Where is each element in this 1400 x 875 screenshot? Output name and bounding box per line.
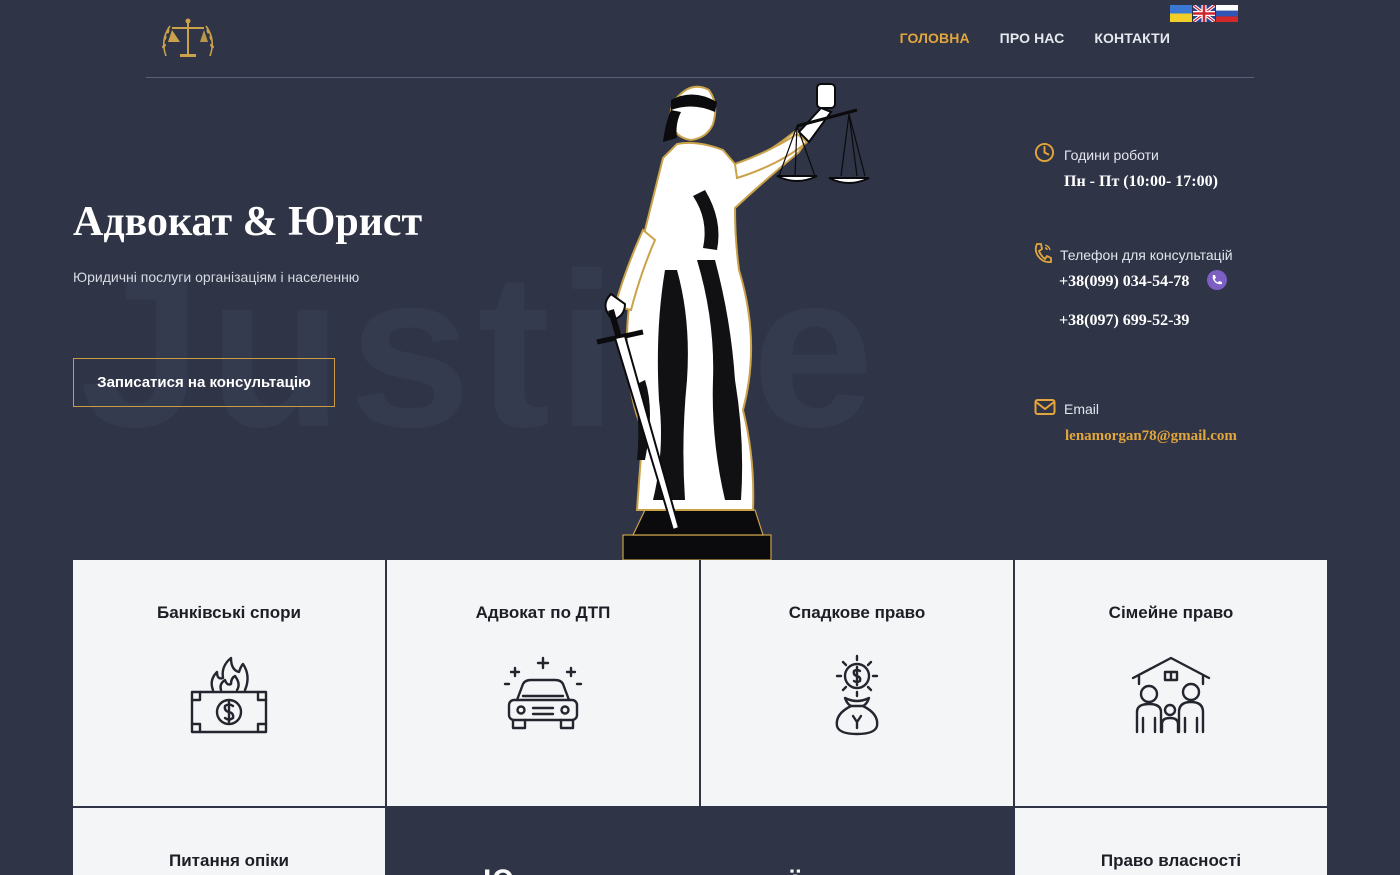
nav-contacts-link[interactable]: КОНТАКТИ <box>1094 30 1170 46</box>
viber-icon[interactable] <box>1206 269 1228 291</box>
featured-block: Ю ї <box>387 808 1013 875</box>
lady-justice-statue-image <box>596 83 870 560</box>
nav-about-link[interactable]: ПРО НАС <box>1000 30 1065 46</box>
clock-icon <box>1034 142 1055 163</box>
service-title: Банківські спори <box>156 603 301 622</box>
service-card-traffic-accident[interactable]: Адвокат по ДТП <box>387 560 699 806</box>
featured-heading-cutoff-2: ї <box>791 864 799 875</box>
ua-flag-icon[interactable] <box>1170 5 1192 22</box>
burning-money-icon <box>190 656 268 734</box>
service-card-guardianship[interactable]: Питання опіки <box>73 808 385 875</box>
email-label: Email <box>1064 401 1100 417</box>
nav-home-link[interactable]: ГОЛОВНА <box>900 30 970 46</box>
site-header: ГОЛОВНА ПРО НАС КОНТАКТИ <box>0 0 1400 80</box>
book-consultation-button[interactable]: Записатися на консультацію <box>73 358 335 407</box>
car-icon <box>503 656 583 730</box>
service-card-inheritance[interactable]: Спадкове право <box>701 560 1013 806</box>
hours-value: Пн - Пт (10:00- 17:00) <box>1064 173 1218 190</box>
phone-2-link[interactable]: +38(097) 699-52-39 <box>1059 312 1189 330</box>
phone-label: Телефон для консультацій <box>1060 247 1233 263</box>
scales-logo-icon[interactable] <box>158 16 218 62</box>
featured-heading-cutoff: Ю <box>483 864 514 875</box>
hero-title: Адвокат & Юрист <box>73 199 423 245</box>
service-card-property[interactable]: Право власності <box>1015 808 1327 875</box>
uk-flag-icon[interactable] <box>1193 5 1215 22</box>
service-card-banking[interactable]: Банківські спори <box>73 560 385 806</box>
phone-1-link[interactable]: +38(099) 034-54-78 <box>1059 273 1189 291</box>
header-divider <box>146 77 1254 78</box>
phone-icon <box>1034 243 1052 264</box>
email-link[interactable]: lenamorgan78@gmail.com <box>1065 428 1237 445</box>
money-bag-icon <box>835 654 879 736</box>
ru-flag-icon[interactable] <box>1216 5 1238 22</box>
service-title: Адвокат по ДТП <box>475 603 611 622</box>
main-nav: ГОЛОВНА ПРО НАС КОНТАКТИ <box>900 30 1170 46</box>
service-card-family[interactable]: Сімейне право <box>1015 560 1327 806</box>
service-title: Питання опіки <box>169 851 289 870</box>
hours-label: Години роботи <box>1064 147 1159 163</box>
language-switcher <box>1170 5 1238 22</box>
service-title: Спадкове право <box>788 603 926 622</box>
envelope-icon <box>1034 399 1056 415</box>
service-title: Право власності <box>1100 851 1242 870</box>
hero-subtitle: Юридичні послуги організаціям і населенн… <box>73 269 360 285</box>
service-title: Сімейне право <box>1108 603 1234 622</box>
family-home-icon <box>1131 656 1211 734</box>
